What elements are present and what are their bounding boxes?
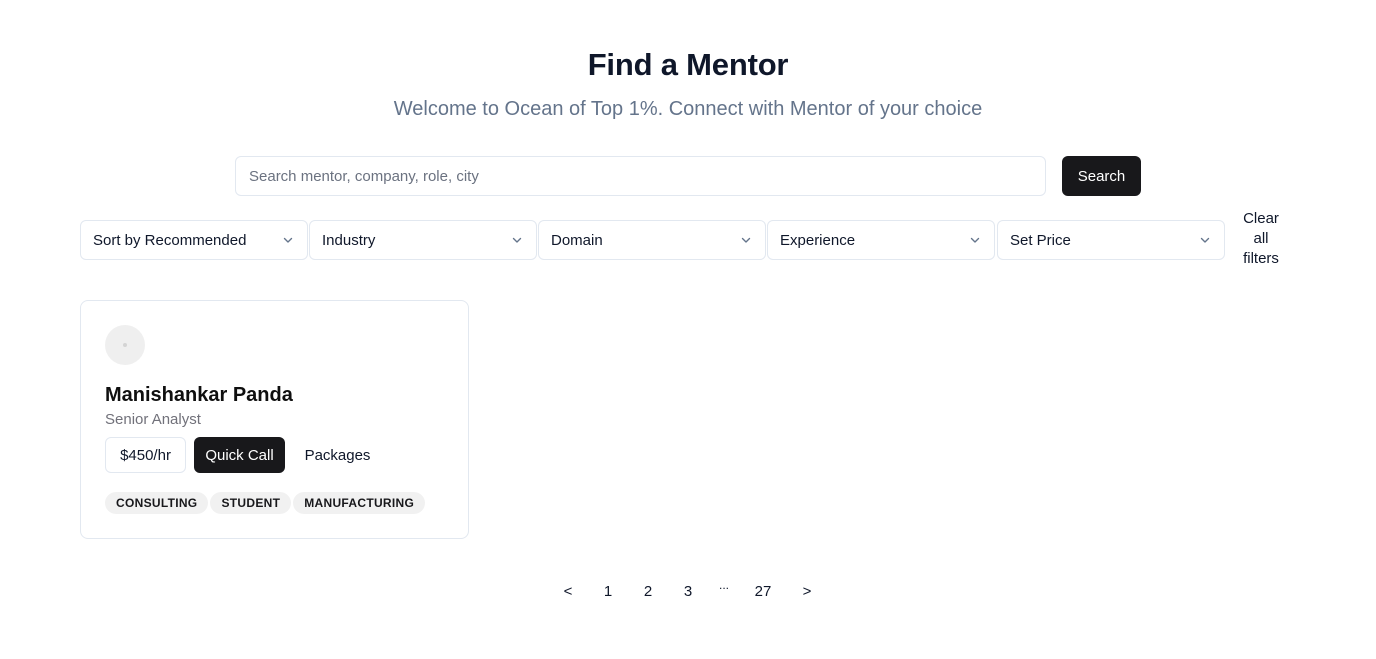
mentor-role: Senior Analyst [105,411,201,428]
clear-filters-line: Clear [1243,210,1279,227]
domain-select-label: Domain [551,231,603,249]
packages-button[interactable]: Packages [293,437,382,473]
industry-select[interactable]: Industry [309,220,537,260]
avatar [105,325,145,365]
price-select[interactable]: Set Price [997,220,1225,260]
sort-select-label: Sort by Recommended [93,231,247,249]
mentor-name: Manishankar Panda [105,384,293,406]
chevron-down-icon [970,237,980,243]
price-select-label: Set Price [1010,231,1071,249]
pagination-page-2[interactable]: 2 [638,578,658,604]
price-badge: $450/hr [105,437,186,473]
search-input[interactable] [235,156,1046,196]
pagination-ellipsis: ... [718,578,729,592]
search-bar: Search [235,156,1141,196]
pagination-page-last[interactable]: 27 [750,578,776,604]
tag-consulting: CONSULTING [105,492,209,514]
mentor-search-page: Find a Mentor Welcome to Ocean of Top 1%… [0,0,1376,659]
chevron-down-icon [283,237,293,243]
clear-filters-line: filters [1243,250,1279,267]
avatar-placeholder-icon [123,343,127,347]
chevron-down-icon [1200,237,1210,243]
pagination: < 1 2 3 ... 27 > [0,578,1376,604]
page-subtitle: Welcome to Ocean of Top 1%. Connect with… [393,98,983,120]
pagination-prev[interactable]: < [558,578,578,604]
page-title: Find a Mentor [587,47,789,82]
domain-select[interactable]: Domain [538,220,766,260]
chevron-down-icon [512,237,522,243]
tag-list: CONSULTING STUDENT MANUFACTURING [105,492,426,514]
pagination-page-3[interactable]: 3 [678,578,698,604]
industry-select-label: Industry [322,231,376,249]
experience-select-label: Experience [780,231,856,249]
clear-all-filters-button[interactable]: Clear all filters [1233,209,1289,269]
clear-filters-line: all [1253,230,1269,247]
mentor-card[interactable]: Manishankar Panda Senior Analyst $450/hr… [80,300,469,539]
sort-select[interactable]: Sort by Recommended [80,220,308,260]
experience-select[interactable]: Experience [767,220,995,260]
pagination-next[interactable]: > [797,578,817,604]
tag-manufacturing: MANUFACTURING [293,492,426,514]
pagination-page-1[interactable]: 1 [598,578,618,604]
search-button[interactable]: Search [1062,156,1141,196]
tag-student: STUDENT [210,492,292,514]
chevron-down-icon [741,237,751,243]
quick-call-button[interactable]: Quick Call [194,437,285,473]
